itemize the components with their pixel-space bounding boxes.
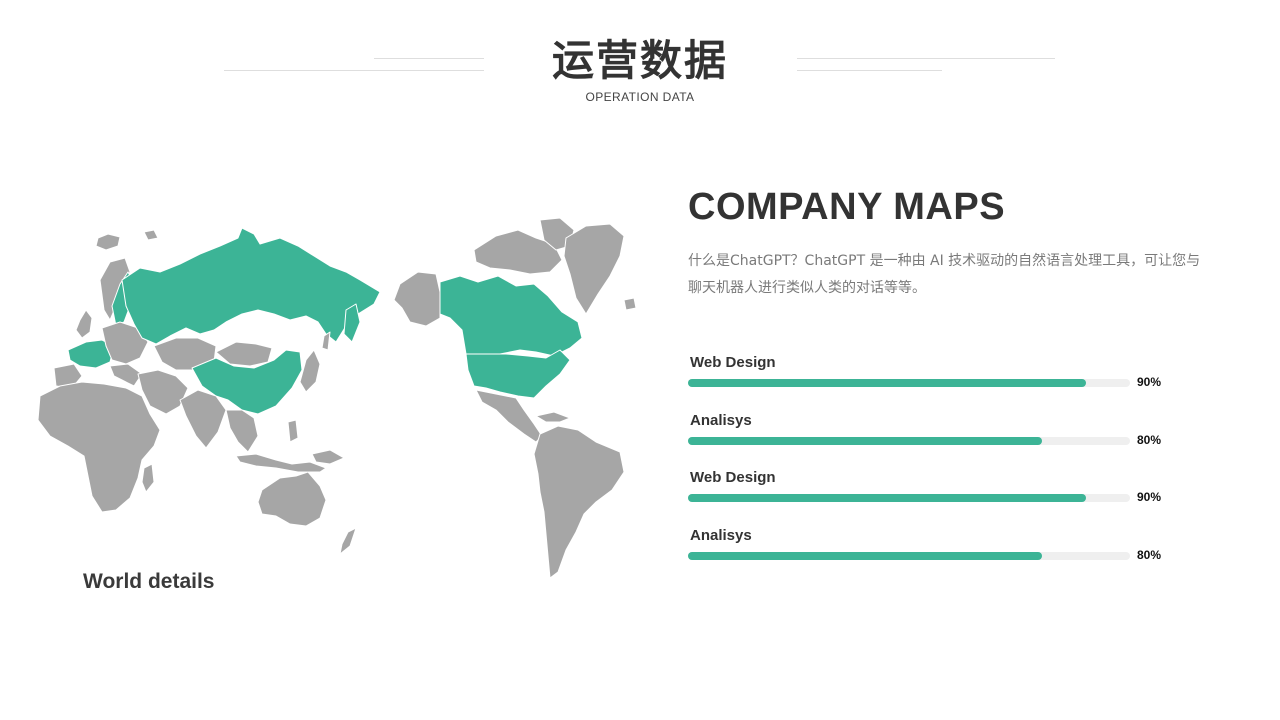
progress-value: 90%	[1137, 375, 1162, 389]
progress-item: Analisys 80%	[688, 527, 1178, 585]
australia-shape	[257, 471, 327, 527]
kamchatka-shape	[343, 303, 361, 343]
russia-shape	[121, 227, 381, 345]
progress-label: Web Design	[690, 354, 776, 371]
progress-track	[688, 379, 1130, 387]
progress-fill	[688, 494, 1086, 502]
progress-list: Web Design 90% Analisys 80% Web Design 9…	[688, 354, 1178, 584]
indonesia-shape	[235, 453, 327, 473]
svalbard-shape	[143, 229, 159, 241]
page-subtitle: OPERATION DATA	[585, 90, 695, 104]
progress-value: 90%	[1137, 490, 1162, 504]
iceland-shape	[95, 233, 121, 251]
progress-fill	[688, 436, 1042, 445]
philippines-shape	[287, 419, 299, 443]
japan-shape	[299, 349, 321, 393]
progress-track	[688, 436, 1130, 445]
iceland-east-shape	[623, 297, 637, 311]
section-heading: COMPANY MAPS	[688, 186, 1006, 228]
madagascar-shape	[141, 463, 155, 493]
new-guinea-shape	[311, 449, 345, 465]
sakhalin-shape	[321, 331, 331, 351]
progress-value: 80%	[1137, 432, 1162, 447]
progress-fill	[688, 379, 1086, 387]
india-shape	[179, 389, 227, 449]
uk-shape	[75, 309, 93, 339]
progress-label: Analisys	[690, 411, 752, 429]
progress-value: 80%	[1137, 547, 1162, 562]
section-description: 什么是ChatGPT？ChatGPT 是一种由 AI 技术驱动的自然语言处理工具…	[688, 253, 1201, 296]
alaska-shape	[393, 271, 441, 327]
progress-label: Analisys	[690, 526, 752, 544]
map-caption: World details	[83, 570, 215, 593]
southeast-asia-shape	[225, 409, 259, 453]
greenland-shape	[563, 223, 625, 315]
progress-label: Web Design	[690, 469, 776, 486]
progress-track	[688, 551, 1130, 560]
progress-track	[688, 494, 1130, 502]
new-zealand-shape	[339, 527, 357, 555]
world-map: .land { fill: #a6a6a6; } .hl { fill: #3c…	[37, 217, 637, 579]
south-america-shape	[533, 425, 625, 579]
progress-item: Analisys 80%	[688, 412, 1178, 470]
africa-shape	[37, 381, 161, 513]
progress-fill	[688, 551, 1042, 560]
progress-item: Web Design 90%	[688, 354, 1178, 412]
progress-item: Web Design 90%	[688, 469, 1178, 527]
canada-shape	[439, 275, 583, 357]
caribbean-shape	[535, 411, 571, 423]
page-title: 运营数据	[551, 36, 728, 85]
balkans-shape	[109, 363, 143, 387]
